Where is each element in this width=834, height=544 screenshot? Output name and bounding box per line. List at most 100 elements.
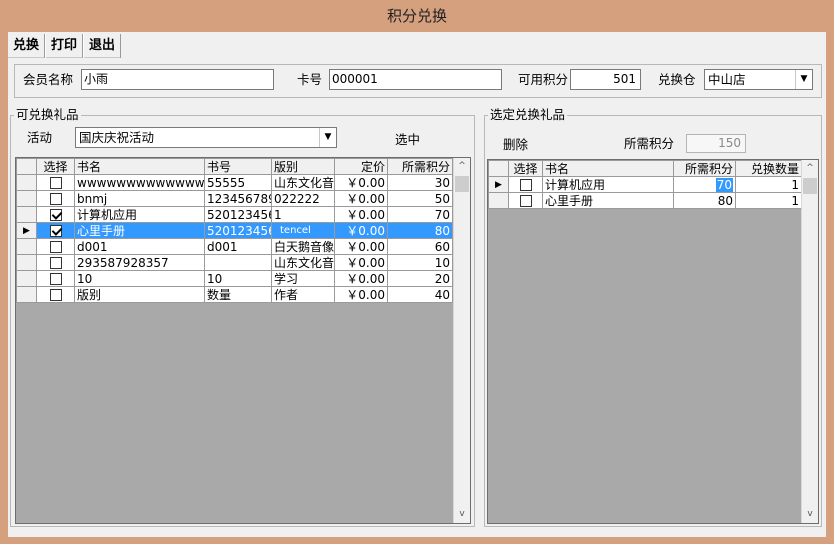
row-header-cell[interactable] bbox=[488, 192, 509, 209]
table-row[interactable]: d001 d001 白天鹅音像 ￥0.00 60 bbox=[16, 238, 453, 255]
checkbox-checked[interactable] bbox=[49, 225, 62, 237]
scroll-up-icon[interactable]: ^ bbox=[454, 158, 470, 175]
cell-name[interactable]: d001 bbox=[74, 238, 205, 255]
cell-points[interactable]: 10 bbox=[387, 254, 453, 271]
selected-gifts-scrollbar[interactable]: ^ v bbox=[801, 160, 818, 523]
cell-edition[interactable]: 白天鹅音像 bbox=[271, 238, 335, 255]
cell-isbn[interactable]: d001 bbox=[204, 238, 272, 255]
cell-name[interactable]: 293587928357 bbox=[74, 254, 205, 271]
cell-price[interactable]: ￥0.00 bbox=[334, 174, 388, 191]
cell-points[interactable]: 60 bbox=[387, 238, 453, 255]
checkbox-checked[interactable] bbox=[49, 209, 62, 221]
column-header-name[interactable]: 书名 bbox=[74, 158, 205, 175]
cell-edition[interactable]: 作者 bbox=[271, 286, 335, 303]
row-header-cell[interactable] bbox=[16, 206, 37, 223]
column-header-isbn[interactable]: 书号 bbox=[204, 158, 272, 175]
cell-isbn[interactable]: 55555 bbox=[204, 174, 272, 191]
cell-edition[interactable]: 学习 bbox=[271, 270, 335, 287]
activity-select[interactable]: 国庆庆祝活动 ▼ bbox=[75, 127, 337, 148]
checkbox-unchecked[interactable] bbox=[519, 195, 532, 207]
checkbox-cell[interactable] bbox=[36, 174, 75, 191]
selected-gifts-grid[interactable]: 选择 书名 所需积分 兑换数量 ▶ 计算机应用 70 1 心里手册 80 1 ^ v bbox=[487, 159, 819, 524]
delete-button[interactable]: 删除 bbox=[503, 136, 528, 154]
member-name-input[interactable]: 小雨 bbox=[81, 69, 274, 90]
cell-name[interactable]: 心里手册 bbox=[542, 192, 674, 209]
table-row[interactable]: 293587928357 山东文化音 ￥0.00 10 bbox=[16, 254, 453, 271]
warehouse-select[interactable]: 中山店 ▼ bbox=[704, 69, 813, 90]
column-header-edition[interactable]: 版别 bbox=[271, 158, 335, 175]
checkbox-cell[interactable] bbox=[36, 254, 75, 271]
table-row[interactable]: 10 10 学习 ￥0.00 20 bbox=[16, 270, 453, 287]
cell-edition[interactable]: 022222 bbox=[271, 190, 335, 207]
print-button[interactable]: 打印 bbox=[45, 34, 84, 58]
table-row[interactable]: ▶ 计算机应用 70 1 bbox=[488, 176, 802, 193]
scroll-thumb[interactable] bbox=[455, 176, 469, 192]
cell-price[interactable]: ￥0.00 bbox=[334, 270, 388, 287]
cell-points[interactable]: 50 bbox=[387, 190, 453, 207]
cell-price[interactable]: ￥0.00 bbox=[334, 190, 388, 207]
cell-points[interactable]: 20 bbox=[387, 270, 453, 287]
table-row[interactable]: 计算机应用52012345671￥0.0070 bbox=[16, 206, 453, 223]
checkbox-cell[interactable] bbox=[36, 270, 75, 287]
row-header-cell[interactable] bbox=[16, 238, 37, 255]
cell-isbn[interactable]: 10 bbox=[204, 270, 272, 287]
cell-points-value[interactable]: 70 bbox=[715, 177, 733, 192]
cell-points[interactable]: 80 bbox=[387, 222, 453, 239]
checkbox-unchecked[interactable] bbox=[49, 257, 62, 269]
checkbox-unchecked[interactable] bbox=[49, 241, 62, 253]
column-header-price[interactable]: 定价 bbox=[334, 158, 388, 175]
cell-edition[interactable]: 山东文化音 bbox=[271, 174, 335, 191]
cell-name[interactable]: 计算机应用 bbox=[74, 206, 205, 223]
column-header-select[interactable]: 选择 bbox=[36, 158, 75, 175]
table-row[interactable]: 心里手册 80 1 bbox=[488, 192, 802, 209]
available-points-input[interactable]: 501 bbox=[570, 69, 641, 90]
cell-name[interactable]: 心里手册 bbox=[74, 222, 205, 239]
cell-edition[interactable]: tencel bbox=[271, 222, 335, 239]
column-header-points[interactable]: 所需积分 bbox=[387, 158, 453, 175]
checkbox-unchecked[interactable] bbox=[519, 179, 532, 191]
cell-edition[interactable]: 山东文化音 bbox=[271, 254, 335, 271]
cell-name[interactable]: 计算机应用 bbox=[542, 176, 674, 193]
checkbox-unchecked[interactable] bbox=[49, 289, 62, 301]
checkbox-unchecked[interactable] bbox=[49, 273, 62, 285]
column-header-select[interactable]: 选择 bbox=[508, 160, 543, 177]
cell-points[interactable]: 80 bbox=[673, 192, 736, 209]
cell-price[interactable]: ￥0.00 bbox=[334, 238, 388, 255]
checkbox-cell[interactable] bbox=[508, 176, 543, 193]
available-gifts-grid[interactable]: 选择 书名 书号 版别 定价 所需积分 wwwwwwwwwwwwwwwwwwww… bbox=[15, 157, 471, 524]
checkbox-unchecked[interactable] bbox=[49, 177, 62, 189]
row-header-cell[interactable] bbox=[16, 174, 37, 191]
column-header-points[interactable]: 所需积分 bbox=[673, 160, 736, 177]
row-header-cell[interactable] bbox=[16, 254, 37, 271]
card-number-input[interactable]: 000001 bbox=[329, 69, 502, 90]
chevron-down-icon[interactable]: ▼ bbox=[319, 128, 336, 147]
column-header-quantity[interactable]: 兑换数量 bbox=[735, 160, 802, 177]
checkbox-cell[interactable] bbox=[36, 190, 75, 207]
checkbox-cell[interactable] bbox=[36, 206, 75, 223]
table-row[interactable]: 版别 数量 作者 ￥0.00 40 bbox=[16, 286, 453, 303]
cell-isbn[interactable] bbox=[204, 254, 272, 271]
exit-button[interactable]: 退出 bbox=[83, 34, 122, 58]
table-row[interactable]: bnmj1234567890:022222￥0.0050 bbox=[16, 190, 453, 207]
cell-edition[interactable]: 1 bbox=[271, 206, 335, 223]
cell-points[interactable]: 40 bbox=[387, 286, 453, 303]
cell-isbn[interactable]: 1234567890: bbox=[204, 190, 272, 207]
scroll-down-icon[interactable]: v bbox=[802, 506, 818, 523]
table-row[interactable]: ▶ 心里手册5201234567tencel￥0.0080 bbox=[16, 222, 453, 239]
chevron-down-icon[interactable]: ▼ bbox=[795, 70, 812, 89]
column-header-name[interactable]: 书名 bbox=[542, 160, 674, 177]
cell-price[interactable]: ￥0.00 bbox=[334, 286, 388, 303]
cell-name[interactable]: wwwwwwwwwwwwwwwwwwwwwwww bbox=[74, 174, 205, 191]
cell-points[interactable]: 30 bbox=[387, 174, 453, 191]
row-header-cell[interactable]: ▶ bbox=[16, 222, 37, 239]
cell-isbn[interactable]: 5201234567 bbox=[204, 222, 272, 239]
row-header-cell[interactable] bbox=[16, 270, 37, 287]
scroll-up-icon[interactable]: ^ bbox=[802, 160, 818, 177]
cell-name[interactable]: bnmj bbox=[74, 190, 205, 207]
checkbox-cell[interactable] bbox=[36, 238, 75, 255]
cell-price[interactable]: ￥0.00 bbox=[334, 254, 388, 271]
cell-price[interactable]: ￥0.00 bbox=[334, 222, 388, 239]
checkbox-cell[interactable] bbox=[36, 286, 75, 303]
cell-points[interactable]: 70 bbox=[387, 206, 453, 223]
cell-quantity[interactable]: 1 bbox=[735, 176, 802, 193]
